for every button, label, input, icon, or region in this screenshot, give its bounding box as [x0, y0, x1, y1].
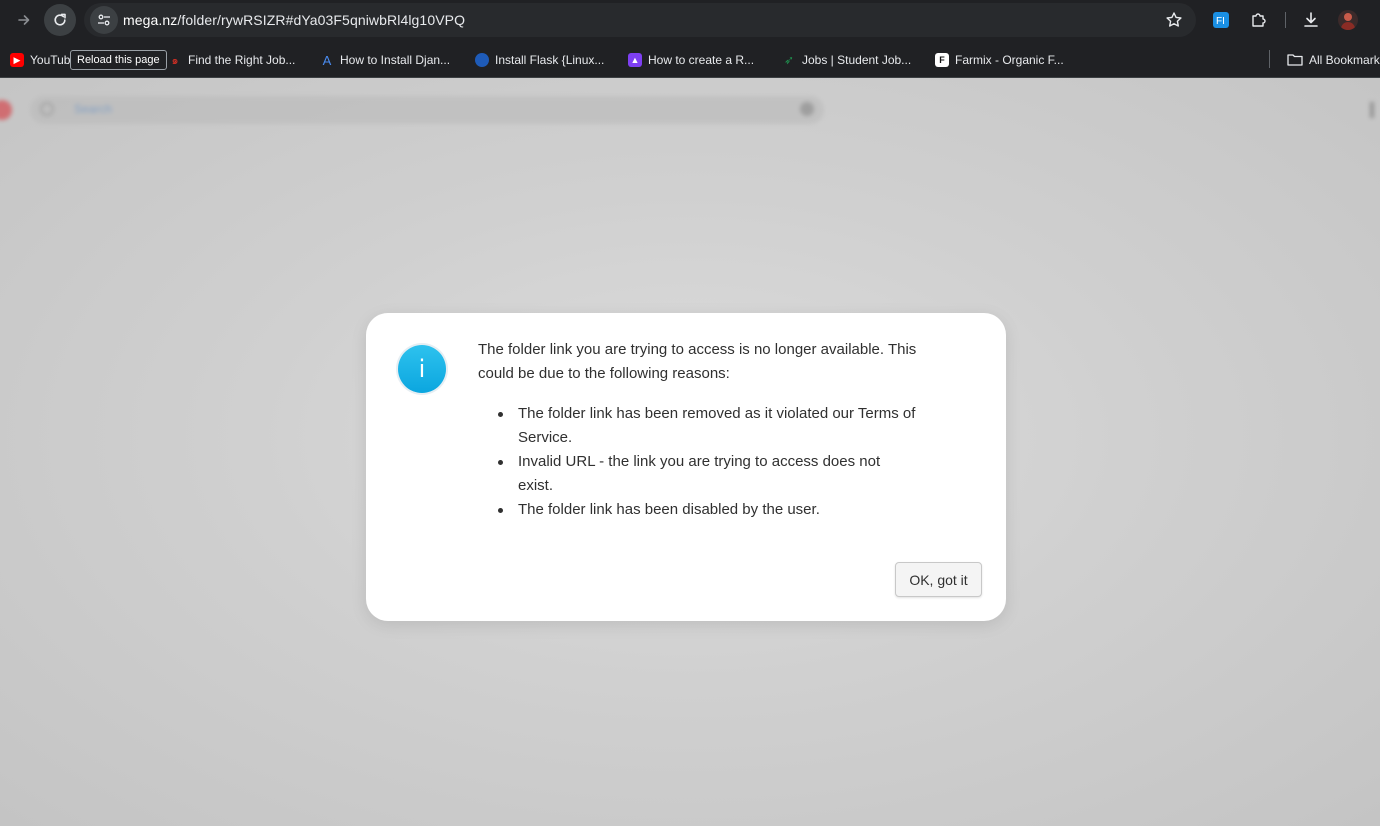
extension-fi-button[interactable]: FI [1210, 9, 1232, 31]
bookmark-item[interactable]: ▶ YouTub [10, 51, 70, 69]
bookmarks-divider [1269, 50, 1270, 68]
info-icon-glyph: i [398, 345, 446, 393]
bookmarks-bar: ▶ YouTub ๑ Find the Right Job... A How t… [0, 40, 1380, 78]
forward-button[interactable] [8, 4, 40, 36]
bookmark-label: How to Install Djan... [340, 53, 451, 67]
reason-item: Invalid URL - the link you are trying to… [498, 450, 918, 498]
address-bar[interactable]: mega.nz/folder/rywRSIZR#dYa03F5qniwbRl4l… [84, 3, 1196, 37]
url-path: /folder/rywRSIZR#dYa03F5qniwbRl4lg10VPQ [177, 12, 466, 28]
bookmark-star-button[interactable] [1164, 10, 1184, 30]
url-text[interactable]: mega.nz/folder/rywRSIZR#dYa03F5qniwbRl4l… [123, 12, 465, 28]
folder-icon [1287, 54, 1303, 66]
reload-button[interactable] [44, 4, 76, 36]
profile-avatar[interactable] [1338, 10, 1358, 30]
student-jobs-icon: ➶ [783, 53, 795, 67]
browser-toolbar: mega.nz/folder/rywRSIZR#dYa03F5qniwbRl4l… [0, 0, 1380, 40]
job-site-icon: ๑ [171, 55, 179, 67]
reload-icon [54, 13, 66, 26]
reasons-list: The folder link has been removed as it v… [498, 402, 918, 522]
extensions-button[interactable] [1248, 9, 1270, 31]
background-search-bar: Search [30, 96, 824, 124]
mega-logo-icon [0, 100, 12, 120]
clear-search-icon [800, 102, 814, 116]
bookmark-item[interactable]: F Farmix - Organic F... [935, 51, 1064, 69]
info-icon: i [396, 343, 448, 395]
puzzle-icon [1252, 13, 1266, 27]
youtube-icon: ▶ [10, 53, 24, 67]
link-unavailable-dialog: i The folder link you are trying to acce… [366, 313, 1006, 621]
menu-icon [1370, 102, 1374, 118]
rocket-icon: ▲ [628, 53, 642, 67]
search-icon [40, 102, 54, 116]
all-bookmarks-button[interactable]: All Bookmarks [1287, 51, 1380, 69]
toolbar-divider [1285, 12, 1286, 28]
bookmark-item[interactable]: ▲ How to create a R... [628, 51, 754, 69]
reason-item: The folder link has been removed as it v… [498, 402, 918, 450]
bookmark-item[interactable]: ➶ Jobs | Student Job... [782, 51, 911, 69]
bookmark-label: Install Flask {Linux... [495, 53, 605, 67]
reason-item: The folder link has been disabled by the… [498, 498, 918, 522]
avatar-body [1341, 22, 1355, 30]
dialog-message: The folder link you are trying to access… [478, 341, 917, 382]
tune-icon [98, 14, 110, 26]
avatar-head [1344, 13, 1352, 21]
star-icon [1166, 12, 1182, 27]
bookmark-label: Farmix - Organic F... [955, 53, 1064, 67]
bookmark-item[interactable]: Install Flask {Linux... [475, 51, 604, 69]
background-search-placeholder: Search [74, 102, 113, 116]
downloads-button[interactable] [1300, 9, 1322, 31]
site-info-button[interactable] [90, 6, 118, 34]
reload-tooltip: Reload this page [70, 50, 167, 70]
arrow-right-icon [18, 15, 30, 25]
bookmark-item[interactable]: A How to Install Djan... [320, 51, 450, 69]
download-icon [1304, 12, 1318, 27]
page-overlay: Search i The folder link you are trying … [0, 78, 1380, 826]
bookmark-label: YouTub [30, 53, 71, 67]
farmix-icon: F [935, 53, 949, 67]
fi-extension-icon: FI [1213, 12, 1229, 28]
all-bookmarks-label: All Bookmarks [1309, 53, 1380, 67]
bookmark-label: Jobs | Student Job... [802, 53, 912, 67]
tutorial-site-icon: A [322, 52, 332, 68]
bookmark-item[interactable]: ๑ Find the Right Job... [168, 51, 296, 69]
url-host: mega.nz [123, 12, 178, 28]
bookmark-label: Find the Right Job... [188, 53, 296, 67]
bookmark-label: How to create a R... [648, 53, 755, 67]
globe-icon [475, 53, 489, 67]
ok-got-it-button[interactable]: OK, got it [895, 562, 982, 597]
svg-text:FI: FI [1216, 16, 1225, 27]
